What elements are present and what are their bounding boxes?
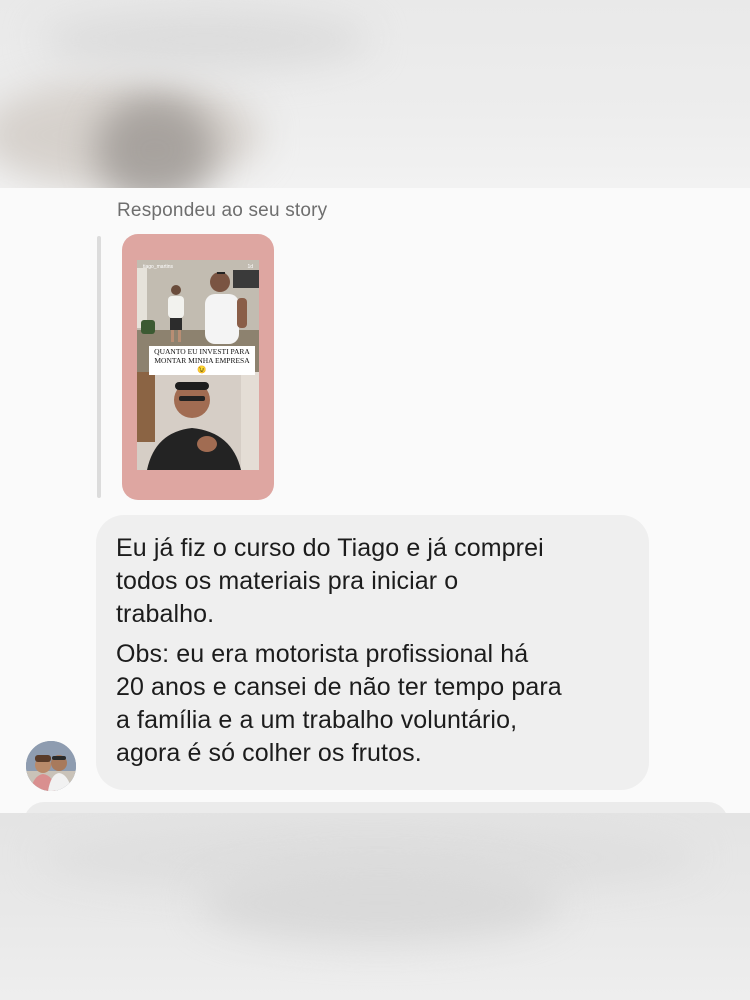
message-line: a família e a um trabalho voluntário, (116, 706, 518, 734)
reply-to-story-label: Respondeu ao seu story (117, 200, 328, 221)
blur-shape (40, 10, 370, 70)
blur-shape (200, 863, 560, 943)
blurred-following-content (0, 813, 750, 1000)
message-line: Obs: eu era motorista profissional há (116, 640, 529, 668)
message-line: agora é só colher os frutos. (116, 739, 422, 767)
story-preview[interactable]: QUANTO EU INVESTI PARA MONTAR MINHA EMPR… (122, 234, 274, 500)
story-caption-line-2: MONTAR MINHA EMPRESA 😉 (154, 356, 250, 374)
message-line: Eu já fiz o curso do Tiago e já comprei (116, 534, 544, 562)
story-photo-bottom (137, 372, 259, 470)
story-caption: QUANTO EU INVESTI PARA MONTAR MINHA EMPR… (149, 346, 255, 375)
story-thumbnail: QUANTO EU INVESTI PARA MONTAR MINHA EMPR… (137, 260, 259, 470)
reply-quote-bar (97, 236, 101, 498)
message-line: todos os materiais pra iniciar o (116, 567, 459, 595)
sender-avatar[interactable] (26, 741, 76, 791)
story-person-scene (137, 372, 259, 470)
avatar-photo (26, 741, 76, 791)
message-line: trabalho. (116, 600, 215, 628)
story-caption-line-1: QUANTO EU INVESTI PARA (154, 347, 250, 356)
story-timestamp: 1d (247, 264, 253, 270)
blurred-previous-content (0, 0, 750, 188)
message-line: 20 anos e cansei de não ter tempo para (116, 673, 562, 701)
story-username: tiago_martins (143, 264, 174, 270)
